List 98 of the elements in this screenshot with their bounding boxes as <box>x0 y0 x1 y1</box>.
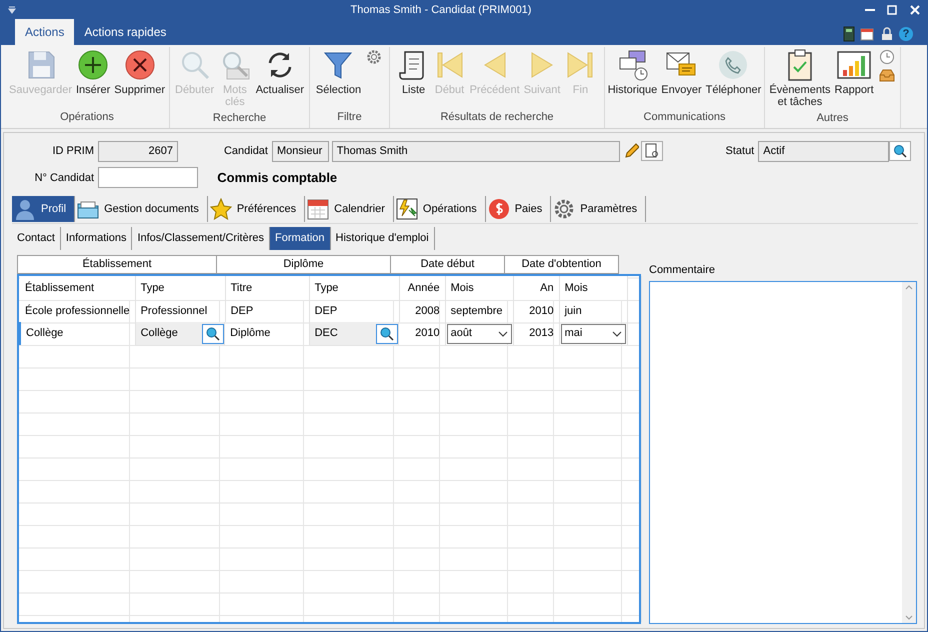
ribbon-button[interactable]: Insérer <box>75 47 112 98</box>
table-cell: École professionnelle <box>20 300 136 322</box>
lookup-button[interactable] <box>202 324 224 344</box>
ribbon-button[interactable]: Téléphoner <box>704 47 762 98</box>
tab[interactable]: Formation <box>270 226 331 250</box>
search-icon <box>205 326 222 342</box>
group-header: Date d'obtention <box>505 254 619 274</box>
ribbon-tab[interactable]: Actions rapides <box>74 19 176 45</box>
star-icon <box>210 198 232 220</box>
ribbon-button[interactable]: Historique <box>606 47 658 98</box>
name-field: Thomas Smith <box>332 140 620 162</box>
tab[interactable]: Gestion documents <box>75 196 208 222</box>
ribbon-button[interactable]: Envoyer <box>660 47 703 98</box>
delete-icon <box>124 49 156 81</box>
table-cell: 2010 <box>399 322 446 345</box>
chat-history-icon <box>616 49 648 81</box>
calculator-icon <box>842 26 854 42</box>
lookup-button[interactable] <box>376 324 398 344</box>
dropdown[interactable]: mai <box>560 324 626 344</box>
column-header: Type <box>135 276 226 300</box>
table-cell: 2008 <box>399 300 446 322</box>
help-button[interactable]: ? <box>899 27 913 42</box>
tab[interactable]: Préférences <box>208 196 306 222</box>
lock-icon <box>880 27 894 42</box>
window-title: Thomas Smith - Candidat (PRIM001) <box>350 2 532 18</box>
group-header: Date début <box>391 254 505 274</box>
minimize-icon <box>865 9 875 11</box>
column-header: Année <box>399 276 446 300</box>
calendar-icon <box>307 198 330 220</box>
column-header: Établissement <box>20 276 136 300</box>
tab[interactable]: Opérations <box>394 196 486 222</box>
status-field: Actif <box>758 140 890 162</box>
tab[interactable]: Profil <box>12 196 76 222</box>
clock-history-icon <box>878 49 895 65</box>
plus-icon <box>77 49 110 81</box>
cv-button[interactable] <box>641 141 664 161</box>
id-field: 2607 <box>98 140 178 162</box>
close-icon <box>909 4 921 16</box>
pencil-icon <box>622 142 638 160</box>
ribbon-button[interactable]: Rapport <box>834 47 875 98</box>
search-icon <box>379 326 396 342</box>
group-label: Autres <box>816 111 850 126</box>
search-icon <box>893 144 908 158</box>
table-cell-text: Collège <box>140 326 178 342</box>
group-label: Recherche <box>212 111 268 126</box>
group-label: Résultats de recherche <box>439 110 555 124</box>
dropdown[interactable]: août <box>446 324 512 344</box>
ribbon-button[interactable]: Liste <box>396 47 431 98</box>
folder-icon <box>77 198 100 219</box>
field-label: ID PRIM <box>51 144 95 159</box>
table-cell: 2010 <box>513 300 560 322</box>
tab[interactable]: Calendrier <box>305 196 394 222</box>
document-search-icon <box>645 143 660 159</box>
group-label: Communications <box>642 110 726 124</box>
inbox-icon <box>878 68 895 82</box>
caret-icon <box>498 330 508 336</box>
comment-field[interactable] <box>649 281 917 624</box>
ribbon-button[interactable]: Évènements et tâches <box>768 47 832 110</box>
maximize-icon <box>886 4 898 16</box>
table-cell: DEP <box>225 300 310 322</box>
dollar-icon <box>488 198 510 220</box>
scroll-up-icon <box>905 285 913 290</box>
ribbon-tab[interactable]: Actions <box>15 19 74 45</box>
group-header: Établissement <box>17 254 217 274</box>
table-cell: septembre <box>445 300 514 322</box>
column-header: Mois <box>559 276 628 300</box>
scroll-down-icon <box>905 615 913 620</box>
table-cell: 2013 <box>513 322 560 345</box>
column-header: Titre <box>225 276 310 300</box>
quick-access-icon <box>7 5 17 15</box>
group-header: Diplôme <box>217 254 391 274</box>
table-cell: Diplôme <box>225 322 310 345</box>
field-label: Candidat <box>222 144 269 159</box>
field-label: Commentaire <box>649 262 716 278</box>
gear-icon <box>553 198 576 220</box>
column-header: An <box>513 276 560 300</box>
gear-icon <box>366 49 382 66</box>
table-cell: juin <box>559 300 628 322</box>
group-label: Filtre <box>336 110 363 124</box>
edit-button[interactable] <box>622 142 638 160</box>
job-title: Commis comptable <box>216 169 338 187</box>
civility-field: Monsieur <box>272 140 329 162</box>
column-header: Mois <box>445 276 514 300</box>
ribbon-button[interactable]: Supprimer <box>113 47 166 98</box>
column-header: Type <box>309 276 400 300</box>
field-label: Statut <box>724 144 756 159</box>
phone-icon <box>717 49 750 81</box>
caret-icon <box>612 330 622 336</box>
lookup-button[interactable] <box>889 141 912 161</box>
person-icon <box>14 198 36 220</box>
table-cell-text: DEC <box>314 326 338 342</box>
ribbon-button[interactable]: Sélection <box>314 47 362 98</box>
calendar-icon <box>860 27 874 42</box>
field-label: N° Candidat <box>34 170 95 186</box>
bar-chart-icon <box>837 49 872 81</box>
lightning-pin-icon <box>396 198 418 220</box>
ribbon-button[interactable]: Actualiser <box>254 47 305 98</box>
group-label: Opérations <box>59 110 115 124</box>
